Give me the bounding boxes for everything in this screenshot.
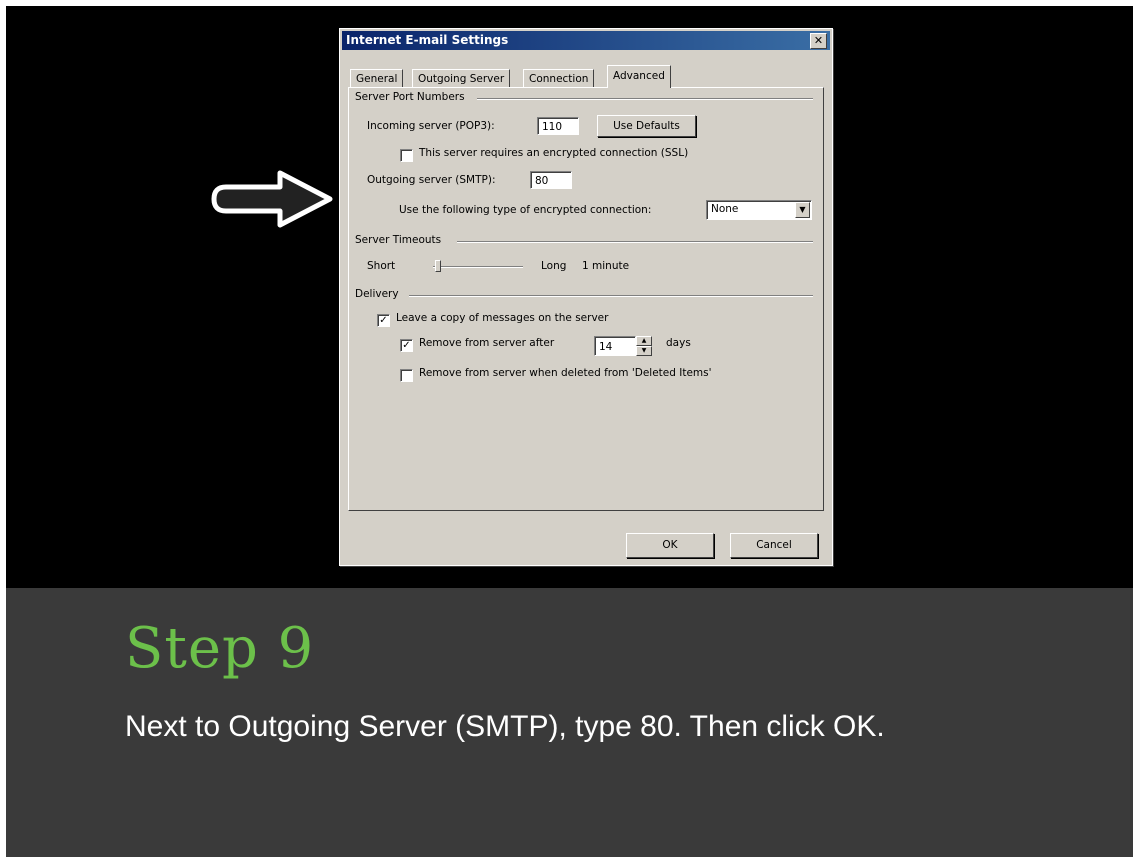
group-divider (477, 98, 813, 100)
close-icon[interactable]: ✕ (810, 33, 827, 49)
dialog-title: Internet E-mail Settings (346, 33, 509, 47)
outgoing-server-input[interactable]: 80 (530, 171, 572, 189)
tab-general[interactable]: General (350, 69, 404, 88)
encryption-type-label: Use the following type of encrypted conn… (399, 204, 652, 216)
timeout-slider-thumb[interactable] (435, 260, 441, 272)
ok-button[interactable]: OK (626, 533, 714, 558)
remove-after-days-input[interactable]: 14 (594, 336, 636, 356)
tab-outgoing-server[interactable]: Outgoing Server (412, 69, 511, 88)
caption-panel: Step 9 Next to Outgoing Server (SMTP), t… (6, 588, 1133, 857)
remove-after-checkbox[interactable]: ✓ (400, 339, 413, 352)
remove-deleted-label: Remove from server when deleted from 'De… (419, 367, 712, 379)
delivery-heading: Delivery (355, 288, 399, 300)
leave-copy-label: Leave a copy of messages on the server (396, 312, 609, 324)
remove-after-label: Remove from server after (419, 337, 555, 349)
timeout-short-label: Short (367, 260, 396, 272)
timeout-long-label: Long (541, 260, 567, 272)
timeout-value-label: 1 minute (582, 260, 630, 272)
ssl-checkbox[interactable] (400, 149, 413, 162)
use-defaults-button[interactable]: Use Defaults (597, 115, 696, 137)
tab-connection[interactable]: Connection (523, 69, 595, 88)
spin-down-icon[interactable]: ▼ (636, 346, 652, 356)
advanced-tab-panel: Server Port Numbers Incoming server (POP… (348, 87, 824, 511)
outgoing-server-label: Outgoing server (SMTP): (367, 174, 496, 186)
step-title: Step 9 (125, 616, 315, 681)
days-spinner[interactable]: ▲ ▼ (636, 336, 652, 356)
dialog-titlebar: Internet E-mail Settings ✕ (342, 31, 830, 50)
incoming-server-label: Incoming server (POP3): (367, 120, 495, 132)
group-divider (409, 295, 813, 297)
remove-deleted-checkbox[interactable] (400, 369, 413, 382)
ssl-label: This server requires an encrypted connec… (419, 147, 689, 159)
internet-email-settings-dialog: Internet E-mail Settings ✕ General Outgo… (339, 28, 833, 566)
spin-up-icon[interactable]: ▲ (636, 336, 652, 346)
tab-advanced[interactable]: Advanced (607, 65, 671, 88)
days-label: days (666, 337, 691, 349)
step-instruction: Next to Outgoing Server (SMTP), type 80.… (125, 710, 885, 743)
chevron-down-icon[interactable]: ▼ (795, 202, 810, 218)
server-port-numbers-heading: Server Port Numbers (355, 91, 465, 103)
pointer-arrow-icon (211, 170, 333, 228)
encryption-type-select[interactable]: None ▼ (706, 200, 812, 220)
timeout-slider-track[interactable] (433, 266, 523, 268)
cancel-button[interactable]: Cancel (730, 533, 818, 558)
group-divider (457, 241, 813, 243)
server-timeouts-heading: Server Timeouts (355, 234, 442, 246)
leave-copy-checkbox[interactable]: ✓ (377, 314, 390, 327)
slide: Internet E-mail Settings ✕ General Outgo… (6, 6, 1133, 857)
incoming-server-input[interactable]: 110 (537, 117, 579, 135)
encryption-type-value: None (711, 203, 739, 215)
